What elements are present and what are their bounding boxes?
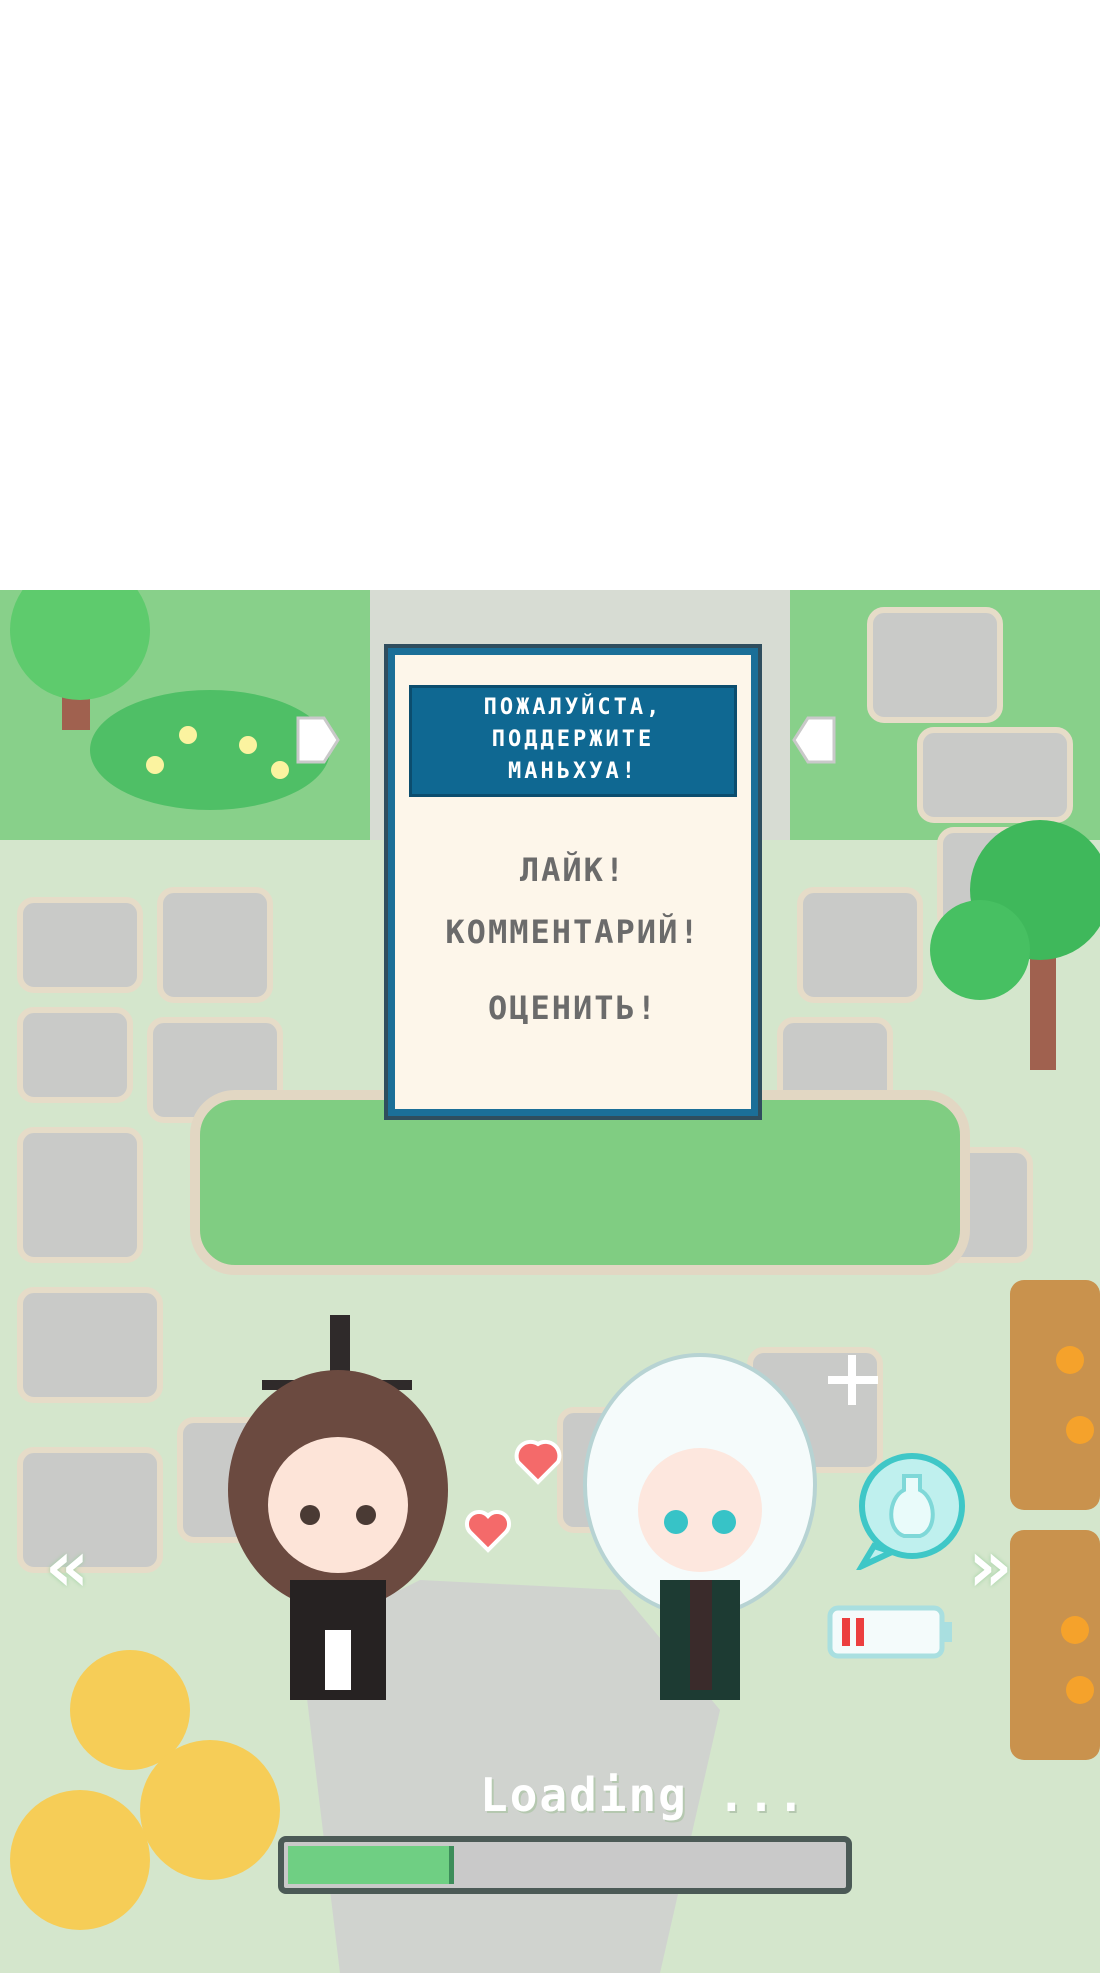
dialog-title: ПОЖАЛУЙСТА, ПОДДЕРЖИТЕ МАНЬХУА! [409,685,737,797]
loading-label: Loading ... [480,1768,807,1822]
like-option[interactable]: ЛАЙК! [395,851,751,889]
rate-option[interactable]: ОЦЕНИТЬ! [395,989,751,1027]
loading-progress-bar [278,1836,852,1894]
support-dialog: ПОЖАЛУЙСТА, ПОДДЕРЖИТЕ МАНЬХУА! ЛАЙК! КО… [384,644,762,1120]
battery-icon [827,1605,952,1659]
pointer-left-icon [792,716,836,764]
potion-bubble-icon [856,1453,965,1570]
previous-arrow-icon[interactable]: « [46,1530,89,1602]
next-arrow-icon[interactable]: » [968,1530,1011,1602]
progress-fill [288,1846,454,1884]
pointer-right-icon [296,716,340,764]
game-scene: ПОЖАЛУЙСТА, ПОДДЕРЖИТЕ МАНЬХУА! ЛАЙК! КО… [0,590,1100,1973]
blank-top-area [0,0,1100,590]
comment-option[interactable]: КОММЕНТАРИЙ! [395,913,751,951]
